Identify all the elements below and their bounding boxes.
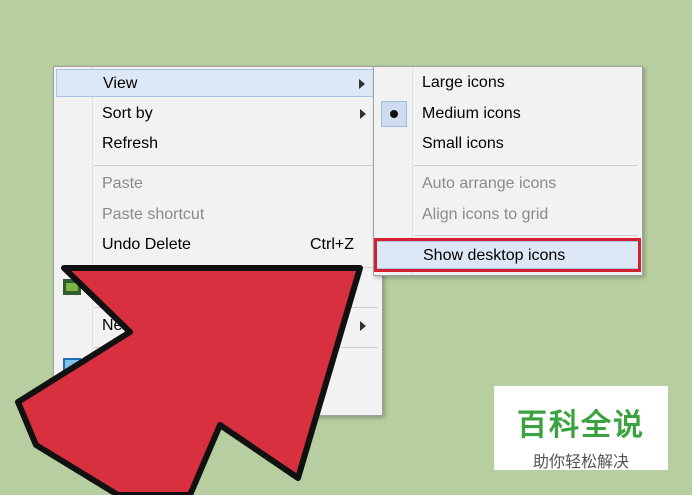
watermark-subtitle: 助你轻松解决 <box>532 454 629 471</box>
watermark-logo: 百科全说 助你轻松解决 <box>494 386 668 471</box>
watermark-title: 百科全说 <box>517 409 645 442</box>
